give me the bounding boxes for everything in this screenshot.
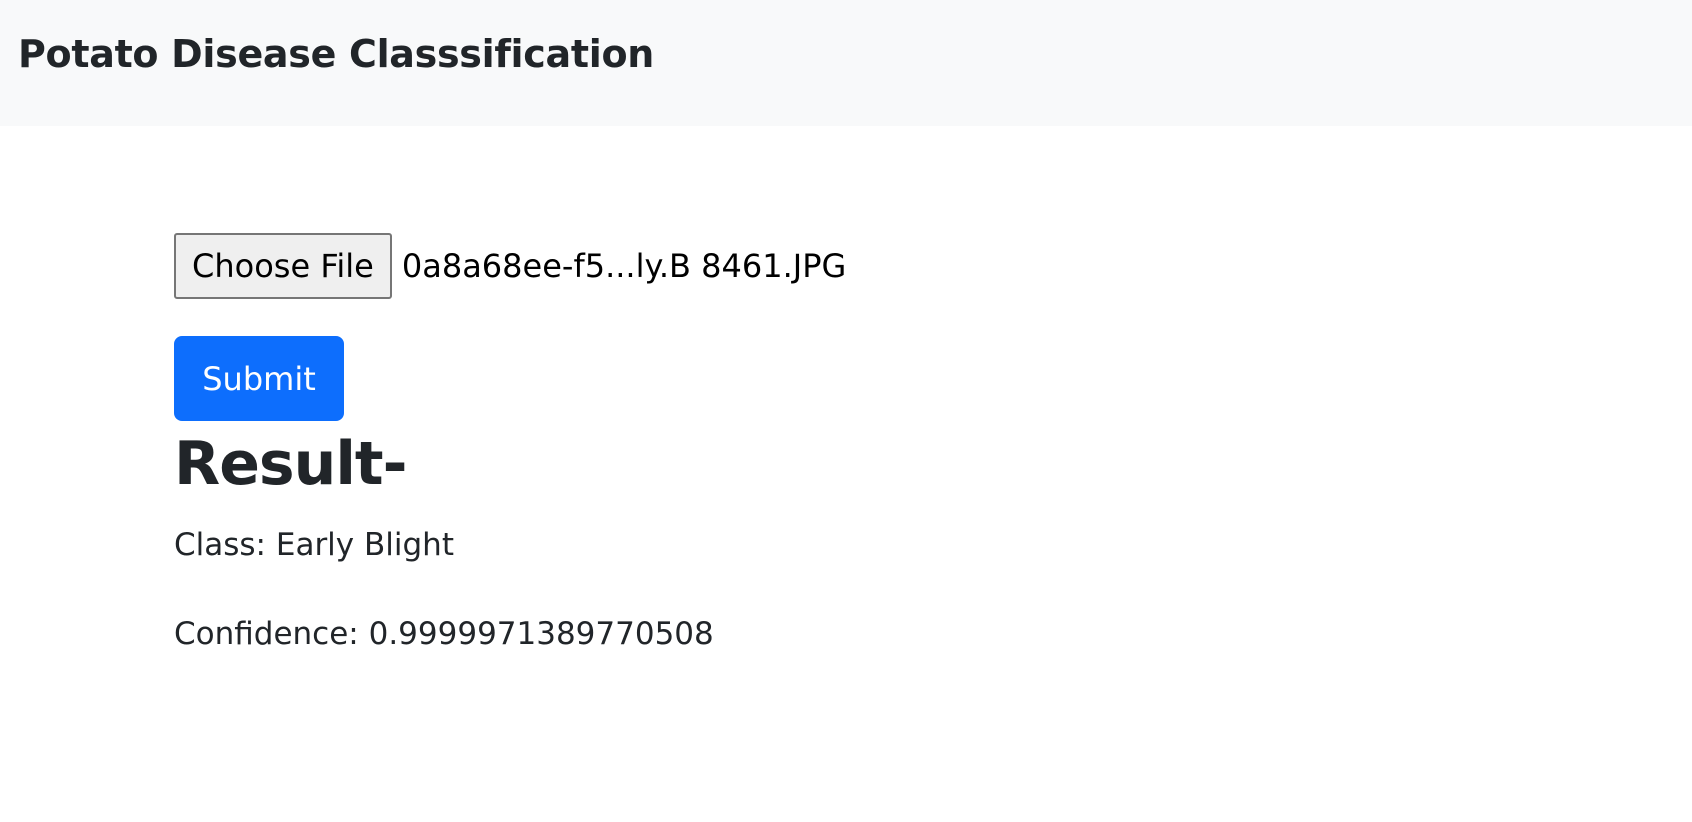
- result-confidence: Confidence: 0.9999971389770508: [174, 616, 714, 652]
- result-heading: Result-: [174, 429, 407, 499]
- selected-file-name: 0a8a68ee-f5...ly.B 8461.JPG: [401, 247, 847, 285]
- top-navbar: Potato Disease Classsification: [0, 0, 1692, 126]
- submit-button[interactable]: Submit: [174, 336, 344, 421]
- file-input[interactable]: Choose File 0a8a68ee-f5...ly.B 8461.JPG: [174, 233, 846, 299]
- choose-file-button[interactable]: Choose File: [174, 233, 392, 299]
- result-class: Class: Early Blight: [174, 527, 454, 563]
- app-title[interactable]: Potato Disease Classsification: [18, 26, 654, 82]
